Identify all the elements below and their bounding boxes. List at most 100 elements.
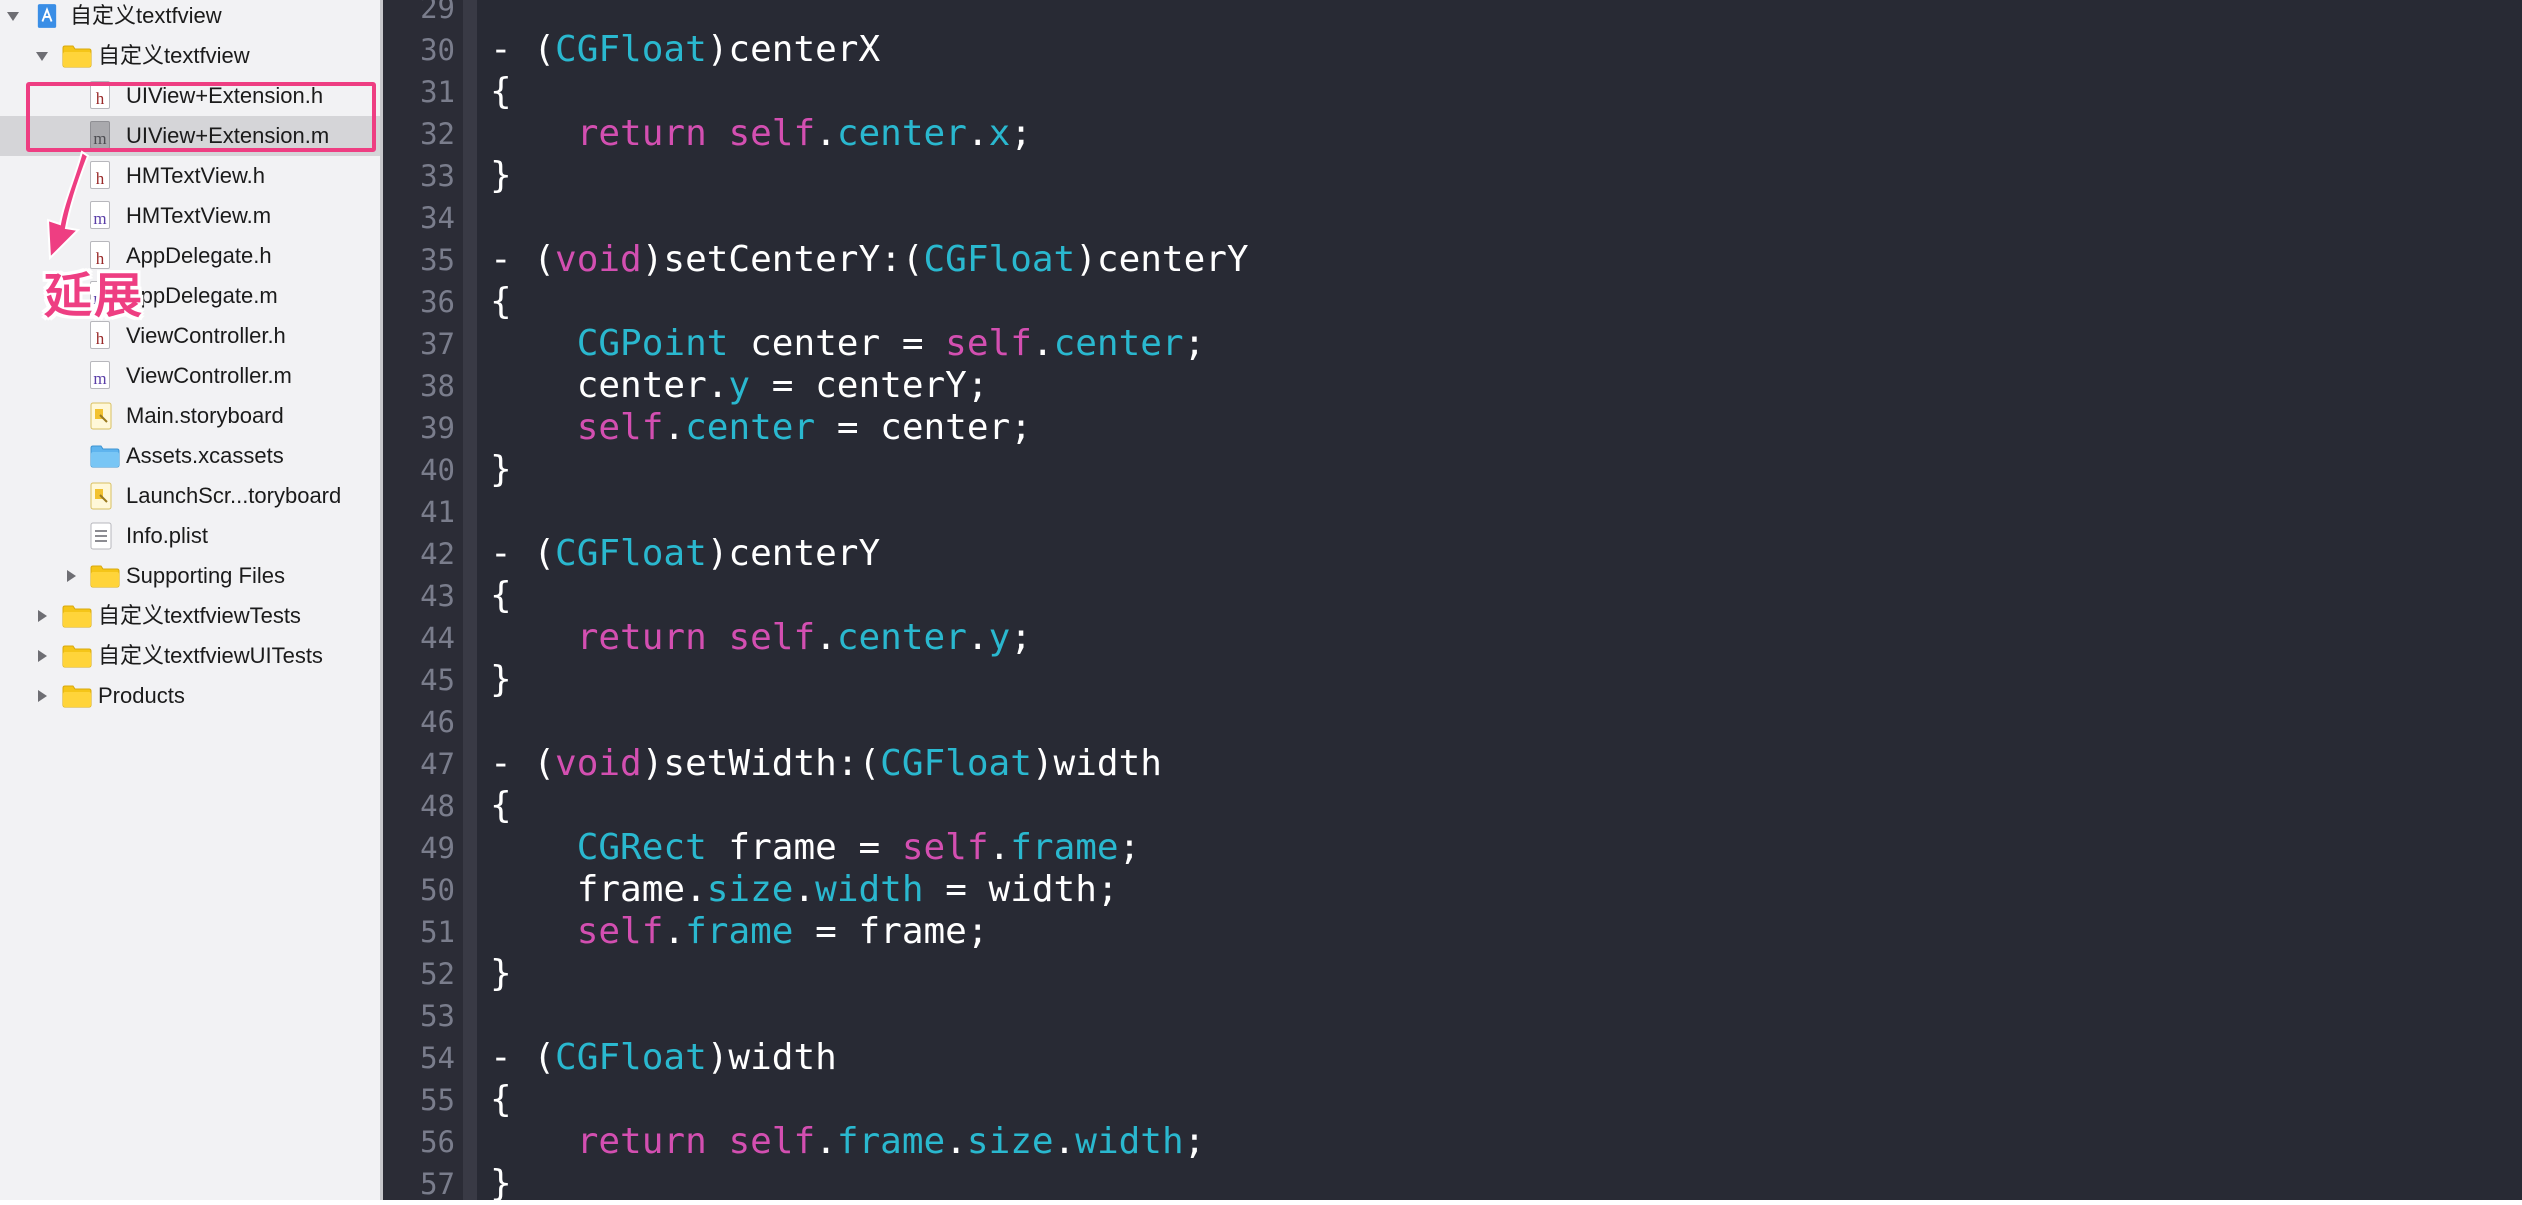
line-number: 51 <box>420 915 455 949</box>
header-file-icon: h <box>90 161 110 189</box>
folder-icon <box>62 645 92 668</box>
code-text: )width <box>1031 743 1162 784</box>
code-line[interactable]: center.y = centerY; <box>490 365 989 407</box>
code-text: ; <box>1183 1121 1206 1162</box>
code-text: . <box>966 617 989 658</box>
navigator-item-label: AppDelegate.h <box>126 243 272 268</box>
navigator-item-label: 自定义textfviewUITests <box>98 643 323 668</box>
navigator-item[interactable]: 自定义textfviewTests <box>0 596 380 636</box>
code-property: size <box>966 1121 1054 1162</box>
code-line[interactable]: } <box>490 953 512 995</box>
code-line[interactable]: return self.center.y; <box>490 617 1032 659</box>
code-text: = frame; <box>793 911 989 952</box>
code-type: CGFloat <box>880 743 1032 784</box>
line-number: 34 <box>420 201 455 235</box>
folder-icon <box>62 45 92 68</box>
code-text: frame = <box>706 827 902 868</box>
source-editor[interactable] <box>477 0 2522 1200</box>
disclosure-open-icon[interactable] <box>33 46 51 66</box>
disclosure-closed-icon[interactable] <box>33 646 51 666</box>
navigator-item-label: HMTextView.m <box>126 203 272 228</box>
code-property: size <box>706 869 794 910</box>
line-number: 29 <box>420 0 455 25</box>
code-text: { <box>490 1079 512 1120</box>
navigator-item-label: 自定义textfview <box>98 43 250 68</box>
code-text: . <box>1031 323 1054 364</box>
line-number: 57 <box>420 1167 455 1201</box>
code-text: )width <box>706 1037 837 1078</box>
code-text: . <box>945 1121 967 1162</box>
disclosure-open-icon[interactable] <box>4 6 22 26</box>
code-line[interactable]: } <box>490 449 512 491</box>
code-line[interactable]: { <box>490 1079 512 1121</box>
navigator-item[interactable]: 自定义textfview <box>0 0 380 36</box>
code-type: CGRect <box>576 827 707 868</box>
code-text: )setWidth:( <box>641 743 881 784</box>
code-text: = center; <box>815 407 1032 448</box>
navigator-item[interactable]: m ViewController.m <box>0 356 380 396</box>
code-line[interactable]: { <box>490 575 512 617</box>
navigator-item[interactable]: Assets.xcassets <box>0 436 380 476</box>
line-number: 50 <box>420 873 455 907</box>
code-line[interactable]: self.frame = frame; <box>490 911 989 953</box>
line-number: 32 <box>420 117 455 151</box>
code-line[interactable]: - (CGFloat)centerX <box>490 29 880 71</box>
code-keyword: self <box>576 911 664 952</box>
code-text: - ( <box>490 743 556 784</box>
code-line[interactable]: - (CGFloat)centerY <box>490 533 880 575</box>
code-line[interactable]: self.center = center; <box>490 407 1032 449</box>
code-line[interactable]: return self.center.x; <box>490 113 1032 155</box>
code-text: . <box>793 869 816 910</box>
code-line[interactable]: } <box>490 659 512 701</box>
code-folding-ribbon[interactable] <box>463 0 477 1200</box>
storyboard-file-icon <box>90 402 112 430</box>
code-line[interactable]: { <box>490 785 512 827</box>
line-number: 52 <box>420 957 455 991</box>
line-number: 31 <box>420 75 455 109</box>
code-keyword: void <box>555 239 642 280</box>
code-text: . <box>815 617 837 658</box>
code-keyword: self <box>728 113 816 154</box>
code-text: )setCenterY:( <box>641 239 924 280</box>
code-text: . <box>988 827 1011 868</box>
navigator-item-label: Assets.xcassets <box>126 443 284 468</box>
code-line[interactable]: frame.size.width = width; <box>490 869 1119 911</box>
code-property: center <box>1053 323 1184 364</box>
code-text: )centerY <box>706 533 881 574</box>
code-line[interactable]: } <box>490 1163 512 1205</box>
navigator-item[interactable]: LaunchScr...toryboard <box>0 476 380 516</box>
code-text: ; <box>1010 617 1032 658</box>
navigator-item[interactable]: 自定义textfview <box>0 36 380 76</box>
disclosure-closed-icon[interactable] <box>33 606 51 626</box>
navigator-item[interactable]: Products <box>0 676 380 716</box>
code-text: . <box>663 407 686 448</box>
navigator-item[interactable]: Supporting Files <box>0 556 380 596</box>
code-line[interactable]: CGPoint center = self.center; <box>490 323 1206 365</box>
navigator-item[interactable]: Main.storyboard <box>0 396 380 436</box>
line-number: 49 <box>420 831 455 865</box>
code-property: center <box>685 407 816 448</box>
line-number: 42 <box>420 537 455 571</box>
code-line[interactable]: return self.frame.size.width; <box>490 1121 1206 1163</box>
code-line[interactable]: - (CGFloat)width <box>490 1037 837 1079</box>
disclosure-closed-icon[interactable] <box>33 686 51 706</box>
line-number: 40 <box>420 453 455 487</box>
code-text: . <box>815 113 837 154</box>
code-text: } <box>490 953 512 994</box>
code-line[interactable]: CGRect frame = self.frame; <box>490 827 1141 869</box>
code-line[interactable]: { <box>490 71 512 113</box>
code-text: - ( <box>490 1037 556 1078</box>
code-line[interactable]: { <box>490 281 512 323</box>
code-line[interactable]: } <box>490 155 512 197</box>
code-line[interactable]: - (void)setWidth:(CGFloat)width <box>490 743 1162 785</box>
line-number: 48 <box>420 789 455 823</box>
code-line[interactable]: - (void)setCenterY:(CGFloat)centerY <box>490 239 1249 281</box>
code-text: { <box>490 71 512 112</box>
navigator-item[interactable]: 自定义textfviewUITests <box>0 636 380 676</box>
navigator-item[interactable]: Info.plist <box>0 516 380 556</box>
disclosure-closed-icon[interactable] <box>62 566 80 586</box>
code-text: frame. <box>490 869 707 910</box>
